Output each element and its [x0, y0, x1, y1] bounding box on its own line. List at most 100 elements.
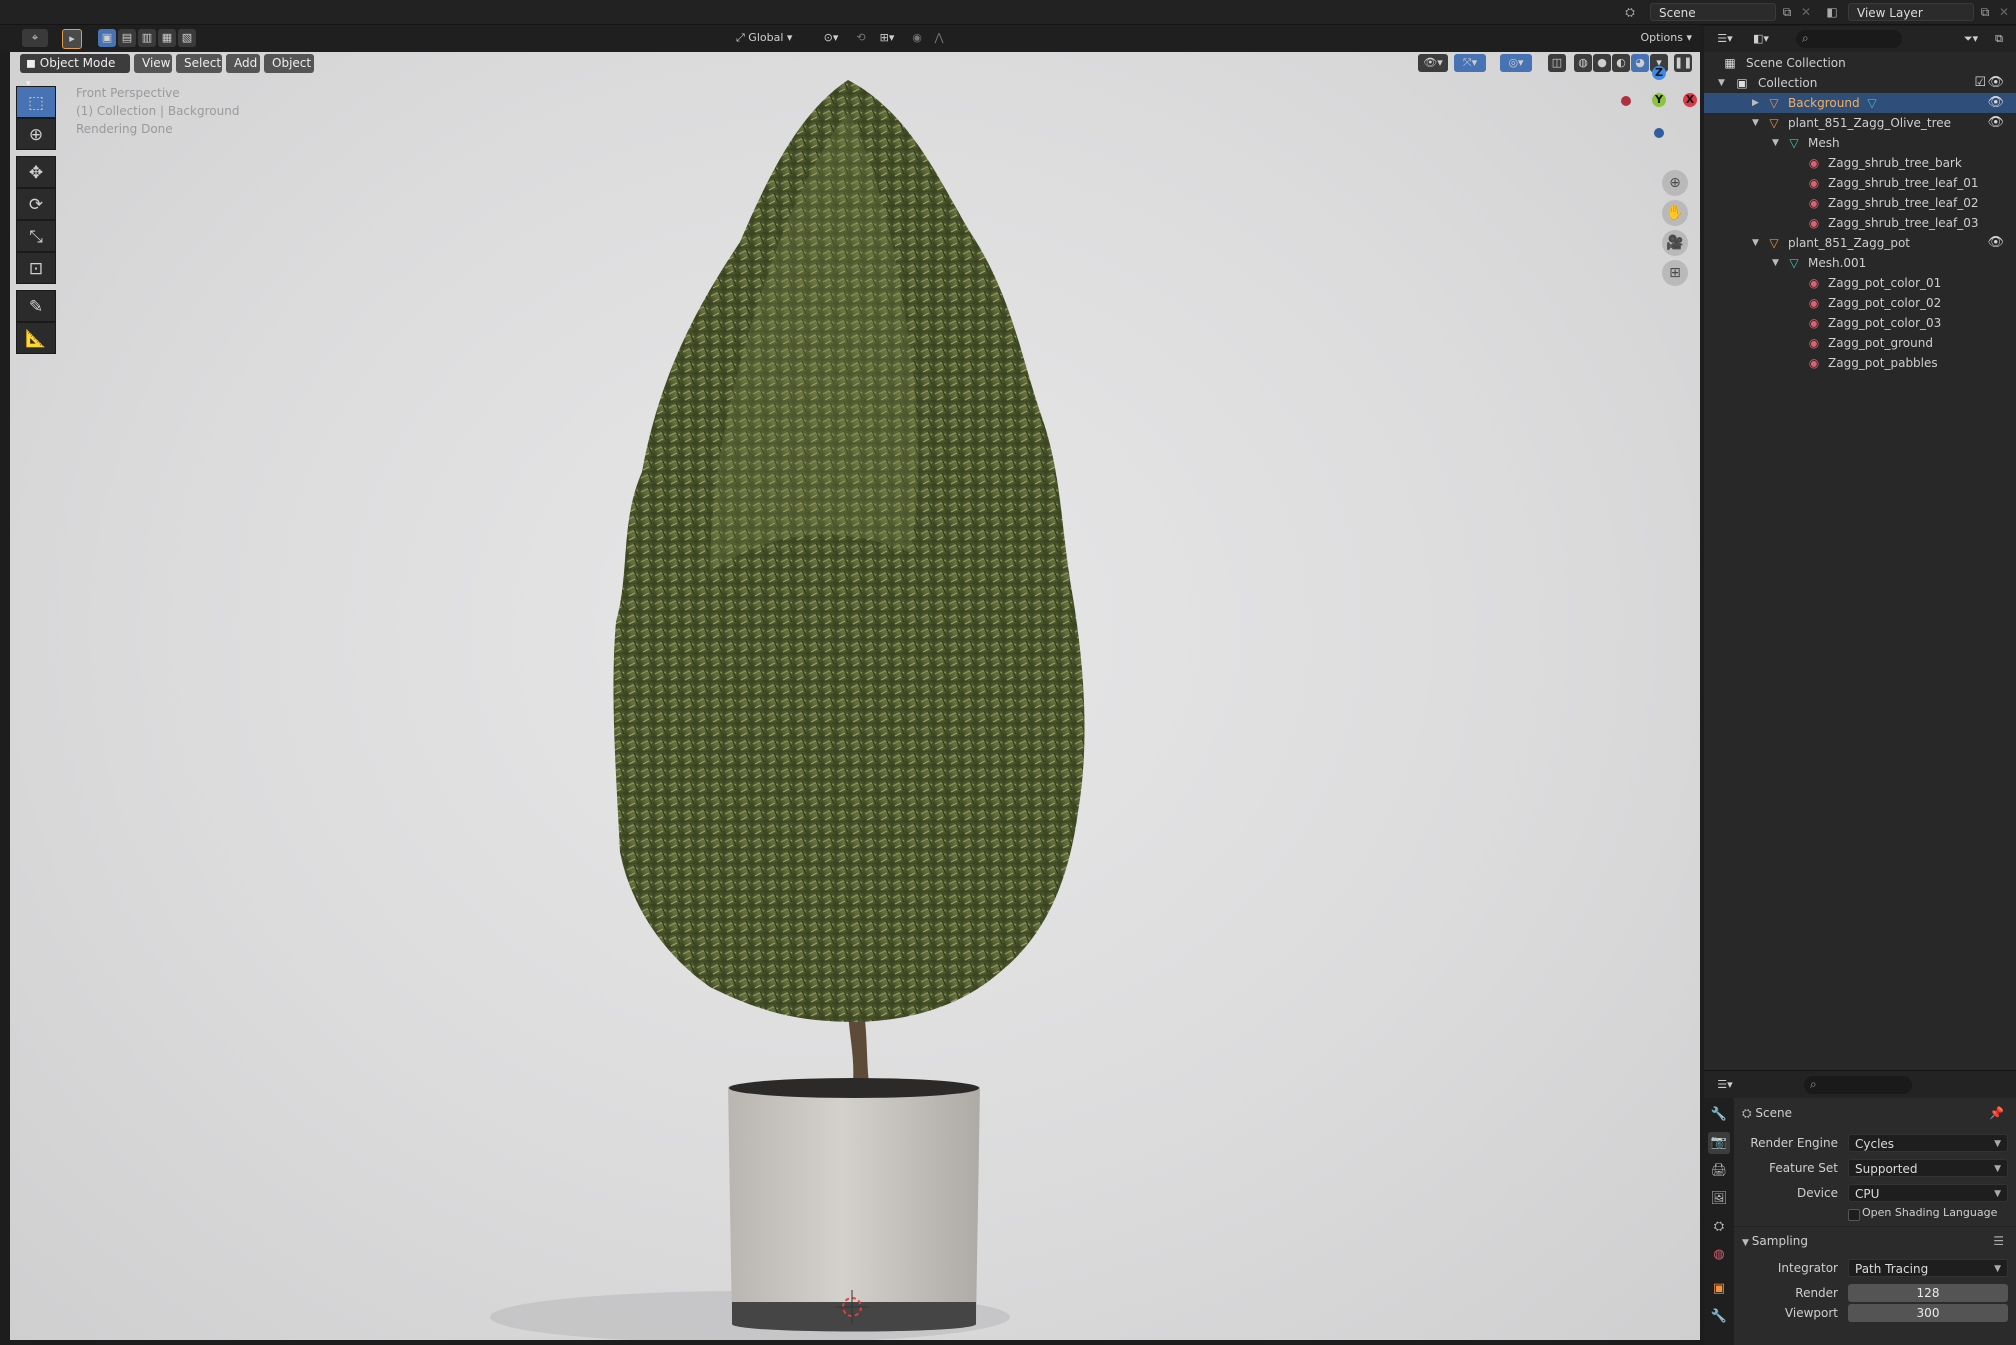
rotate-tool-icon[interactable]: ⟳ — [16, 188, 56, 220]
object-tab-icon[interactable]: ▣ — [1708, 1278, 1730, 1300]
pin-icon[interactable]: 📌 — [1989, 1102, 2004, 1124]
gizmo-neg-x-icon[interactable] — [1621, 96, 1631, 106]
output-tab-icon[interactable]: 🖨 — [1708, 1160, 1730, 1182]
collapse-triangle-icon[interactable]: ▼ — [1772, 253, 1779, 273]
collapse-triangle-icon[interactable]: ▼ — [1752, 113, 1759, 133]
falloff-icon[interactable]: ⋀ — [930, 29, 948, 47]
eye-icon[interactable]: 👁 — [1987, 93, 2004, 113]
pivot-point-icon[interactable]: ⊙▾ — [816, 29, 846, 47]
render-engine-dropdown[interactable]: Cycles ▼ — [1848, 1134, 2008, 1152]
outliner-row-olive-tree[interactable]: ▼ ▽ plant_851_Zagg_Olive_tree 👁 — [1704, 113, 2016, 133]
new-scene-icon[interactable]: ⧉ — [1777, 3, 1797, 21]
outliner-row-collection[interactable]: ▼ ▣ Collection ☑ 👁 — [1704, 73, 2016, 93]
select-mode-extend-icon[interactable]: ▤ — [118, 29, 136, 47]
scene-tab-icon[interactable]: ⛭ — [1708, 1216, 1730, 1238]
viewport-samples-field[interactable]: 300 — [1848, 1304, 2008, 1322]
tool-tab-icon[interactable]: 🔧 — [1708, 1104, 1730, 1126]
close-view-layer-icon[interactable]: ✕ — [1994, 3, 2014, 21]
outliner-row-mesh-001[interactable]: ▼ ▽ Mesh.001 — [1704, 253, 2016, 273]
outliner-row-material[interactable]: ◉ Zagg_shrub_tree_leaf_02 — [1704, 193, 2016, 213]
outliner-row-material[interactable]: ◉ Zagg_pot_color_01 — [1704, 273, 2016, 293]
collapse-triangle-icon[interactable]: ▼ — [1718, 73, 1725, 93]
outliner-panel: ▦ Scene Collection ▼ ▣ Collection ☑ 👁 ▶ … — [1704, 52, 2016, 1070]
collapse-triangle-icon[interactable]: ▼ — [1752, 233, 1759, 253]
select-box-tool-icon[interactable]: ⬚ — [16, 86, 56, 118]
outliner-row-material[interactable]: ◉ Zagg_shrub_tree_leaf_01 — [1704, 173, 2016, 193]
cursor-tool-icon[interactable]: ⊕ — [16, 118, 56, 150]
eye-icon[interactable]: 👁 — [1987, 233, 2004, 253]
view-layer-tab-icon[interactable]: 🖼 — [1708, 1188, 1730, 1210]
filter-icon[interactable]: ⏷▾ — [1956, 30, 1986, 48]
checkbox-icon[interactable]: ☑ — [1974, 73, 1986, 93]
outliner-row-pot[interactable]: ▼ ▽ plant_851_Zagg_pot 👁 — [1704, 233, 2016, 253]
gizmo-z-icon[interactable]: Z — [1652, 66, 1666, 80]
view-layer-selector[interactable]: View Layer — [1848, 3, 1974, 21]
editor-type-icon[interactable]: ⌖ — [22, 29, 48, 47]
close-scene-icon[interactable]: ✕ — [1796, 3, 1816, 21]
move-tool-icon[interactable]: ✥ — [16, 156, 56, 188]
render-samples-field[interactable]: 128 — [1848, 1284, 2008, 1302]
camera-view-icon[interactable]: 🎥 — [1662, 230, 1688, 256]
eye-icon[interactable]: 👁 — [1987, 73, 2004, 93]
scene-selector[interactable]: Scene — [1650, 3, 1776, 21]
properties-search-input[interactable]: ⌕ — [1804, 1076, 1912, 1094]
transform-orientation-dropdown[interactable]: ⤢ Global ▾ — [730, 29, 814, 47]
expand-triangle-icon[interactable]: ▶ — [1752, 93, 1759, 113]
scale-tool-icon[interactable]: ⤡ — [16, 220, 56, 252]
integrator-dropdown[interactable]: Path Tracing ▼ — [1848, 1259, 2008, 1277]
outliner-row-background[interactable]: ▶ ▽ Background ▽ 👁 — [1704, 93, 2016, 113]
gizmo-neg-z-icon[interactable] — [1654, 128, 1664, 138]
render-engine-value: Cycles — [1855, 1137, 1895, 1151]
proportional-editing-icon[interactable]: ◉ — [908, 29, 926, 47]
outliner-row-material[interactable]: ◉ Zagg_pot_pabbles — [1704, 353, 2016, 373]
collection-icon: ▣ — [1736, 76, 1748, 90]
outliner-row-mesh[interactable]: ▼ ▽ Mesh — [1704, 133, 2016, 153]
options-dropdown[interactable]: Options ▾ — [1628, 29, 1692, 47]
select-mode-intersect-icon[interactable]: ▧ — [178, 29, 196, 47]
mesh-data-icon: ▽ — [1867, 96, 1877, 110]
chevron-down-icon: ▼ — [1994, 1164, 2001, 1174]
measure-tool-icon[interactable]: 📐 — [16, 322, 56, 354]
divider — [1734, 1226, 2016, 1227]
outliner-row-material[interactable]: ◉ Zagg_shrub_tree_bark — [1704, 153, 2016, 173]
scene-icon[interactable]: ⛭ — [1620, 3, 1640, 21]
outliner-row-material[interactable]: ◉ Zagg_shrub_tree_leaf_03 — [1704, 213, 2016, 233]
outliner-row-material[interactable]: ◉ Zagg_pot_ground — [1704, 333, 2016, 353]
navigation-gizmo[interactable]: Z Y X — [1610, 66, 1700, 166]
osl-checkbox[interactable] — [1848, 1209, 1860, 1221]
presets-list-icon[interactable]: ☰ — [1993, 1231, 2004, 1251]
gizmo-y-icon[interactable]: Y — [1652, 93, 1666, 107]
outliner-editor-type-icon[interactable]: ☰▾ — [1712, 30, 1738, 48]
outliner-search-input[interactable]: ⌕ — [1796, 30, 1902, 48]
modifier-tab-icon[interactable]: 🔧 — [1708, 1306, 1730, 1328]
collapse-triangle-icon[interactable]: ▼ — [1772, 133, 1779, 153]
snap-target-icon[interactable]: ⊞▾ — [872, 29, 902, 47]
transform-tool-icon[interactable]: ⊡ — [16, 252, 56, 284]
sampling-panel-header[interactable]: ▼ Sampling ☰ — [1742, 1231, 2008, 1251]
display-mode-icon[interactable]: ◧▾ — [1748, 30, 1774, 48]
zoom-icon[interactable]: ⊕ — [1662, 170, 1688, 196]
annotate-tool-icon[interactable]: ✎ — [16, 290, 56, 322]
select-mode-subtract-icon[interactable]: ▥ — [138, 29, 156, 47]
select-mode-invert-icon[interactable]: ▦ — [158, 29, 176, 47]
outliner-row-material[interactable]: ◉ Zagg_pot_color_02 — [1704, 293, 2016, 313]
top-bar: ⛭ Scene ⧉ ✕ ◧ View Layer ⧉ ✕ — [0, 0, 2016, 25]
select-mode-new-icon[interactable]: ▣ — [98, 29, 116, 47]
snap-icon[interactable]: ⟲ — [852, 29, 870, 47]
new-collection-icon[interactable]: ⧉ — [1990, 30, 2008, 48]
view-layer-icon[interactable]: ◧ — [1822, 3, 1842, 21]
outliner-row-material[interactable]: ◉ Zagg_pot_color_03 — [1704, 313, 2016, 333]
3d-viewport[interactable]: ◼ Object Mode ▾ View Select Add Object 👁… — [10, 52, 1700, 1340]
eye-icon[interactable]: 👁 — [1987, 113, 2004, 133]
world-tab-icon[interactable]: ◍ — [1708, 1244, 1730, 1266]
outliner-row-scene-collection[interactable]: ▦ Scene Collection — [1704, 53, 2016, 73]
feature-set-dropdown[interactable]: Supported ▼ — [1848, 1159, 2008, 1177]
pan-hand-icon[interactable]: ✋ — [1662, 200, 1688, 226]
render-tab-icon[interactable]: 📷 — [1708, 1132, 1730, 1154]
gizmo-x-icon[interactable]: X — [1683, 93, 1697, 107]
ortho-toggle-icon[interactable]: ⊞ — [1662, 260, 1688, 286]
device-dropdown[interactable]: CPU ▼ — [1848, 1184, 2008, 1202]
new-view-layer-icon[interactable]: ⧉ — [1975, 3, 1995, 21]
properties-editor-type-icon[interactable]: ☰▾ — [1712, 1076, 1738, 1094]
active-tool-icon[interactable]: ▸ — [62, 29, 82, 49]
